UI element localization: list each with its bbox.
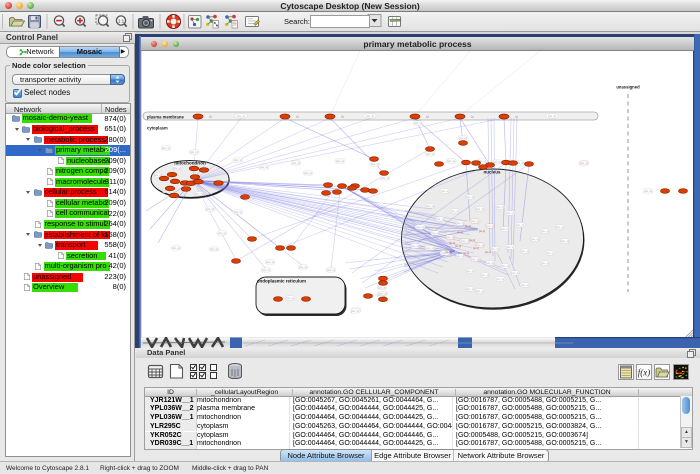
svg-text:[xx, x]: [xx, x]	[262, 268, 270, 272]
svg-text:[x]: [x]	[341, 115, 344, 119]
svg-text:[xx,x]: [xx,x]	[479, 229, 485, 233]
svg-text:[xx, x]: [xx, x]	[436, 217, 444, 221]
svg-text:[xx, x]: [xx, x]	[260, 165, 268, 169]
svg-text:[xx, x]: [xx, x]	[501, 264, 509, 268]
svg-text:[xx, x]: [xx, x]	[541, 229, 549, 233]
svg-text:[xx, x]: [xx, x]	[327, 268, 335, 272]
svg-text:[xx, x]: [xx, x]	[506, 245, 514, 249]
svg-text:[xx,x]: [xx,x]	[469, 238, 475, 242]
svg-text:[xx, x]: [xx, x]	[476, 289, 484, 293]
svg-text:[xx, x]: [xx, x]	[266, 260, 274, 264]
svg-text:[xx,x]: [xx,x]	[465, 224, 471, 228]
svg-text:[xx, x]: [xx, x]	[414, 121, 422, 125]
svg-text:[xx,x]: [xx,x]	[449, 241, 455, 245]
svg-text:[xx, x]: [xx, x]	[366, 114, 374, 118]
svg-text:[xx, x]: [xx, x]	[580, 161, 588, 165]
svg-text:[xx, x]: [xx, x]	[451, 209, 459, 213]
svg-text:[x]: [x]	[471, 115, 474, 119]
svg-text:[x]: [x]	[515, 115, 518, 119]
svg-text:[xx, x]: [xx, x]	[237, 114, 245, 118]
svg-text:[xx, x]: [xx, x]	[459, 136, 467, 140]
svg-text:[xx, x]: [xx, x]	[466, 287, 474, 291]
svg-text:[xx, x]: [xx, x]	[491, 247, 499, 251]
svg-text:[xx,x]: [xx,x]	[457, 230, 463, 234]
svg-text:nucleus: nucleus	[483, 170, 501, 175]
svg-text:[xx, x]: [xx, x]	[426, 204, 434, 208]
svg-text:[xx, x]: [xx, x]	[441, 189, 449, 193]
svg-text:f(x): f(x)	[638, 368, 651, 378]
svg-text:[xx, x]: [xx, x]	[172, 246, 180, 250]
svg-text:[xx, x]: [xx, x]	[541, 261, 549, 265]
svg-text:[x]: [x]	[296, 115, 299, 119]
svg-text:[xx, x]: [xx, x]	[481, 273, 489, 277]
svg-text:[x]: [x]	[209, 115, 212, 119]
svg-text:[xx, x]: [xx, x]	[351, 309, 359, 313]
svg-text:[xx, x]: [xx, x]	[416, 225, 424, 229]
svg-text:[xx, x]: [xx, x]	[210, 247, 218, 251]
svg-text:[xx,x]: [xx,x]	[445, 250, 451, 254]
svg-text:[xx, x]: [xx, x]	[292, 161, 300, 165]
svg-text:[xx,x]: [xx,x]	[455, 244, 461, 248]
svg-text:[xx, x]: [xx, x]	[195, 192, 203, 196]
svg-text:[xx, x]: [xx, x]	[548, 114, 556, 118]
svg-text:[xx, x]: [xx, x]	[304, 171, 312, 175]
svg-text:[xx, x]: [xx, x]	[446, 235, 454, 239]
svg-text:[xx, x]: [xx, x]	[501, 227, 509, 231]
svg-text:[xx, x]: [xx, x]	[561, 239, 569, 243]
svg-text:[xx, x]: [xx, x]	[379, 292, 387, 296]
svg-text:[xx, x]: [xx, x]	[496, 277, 504, 281]
svg-text:[xx, x]: [xx, x]	[521, 283, 529, 287]
svg-text:[xx, x]: [xx, x]	[371, 162, 379, 166]
svg-text:[xx, x]: [xx, x]	[476, 207, 484, 211]
svg-text:[xx, x]: [xx, x]	[471, 257, 479, 261]
svg-text:[xx, x]: [xx, x]	[511, 271, 519, 275]
svg-text:[xx, x]: [xx, x]	[516, 223, 524, 227]
svg-text:[xx, x]: [xx, x]	[431, 231, 439, 235]
svg-text:[xx, x]: [xx, x]	[466, 195, 474, 199]
svg-text:[xx, x]: [xx, x]	[299, 265, 307, 269]
svg-text:[xx, x]: [xx, x]	[506, 211, 514, 215]
svg-text:[xx, x]: [xx, x]	[381, 176, 389, 180]
svg-text:[xx, x]: [xx, x]	[556, 225, 564, 229]
svg-text:[xx, x]: [xx, x]	[336, 159, 344, 163]
svg-text:[x]: [x]	[426, 115, 429, 119]
svg-text:[xx, x]: [xx, x]	[447, 159, 455, 163]
svg-text:unassigned: unassigned	[616, 85, 640, 90]
svg-text:[xx, x]: [xx, x]	[162, 146, 170, 150]
svg-text:[xx, x]: [xx, x]	[486, 261, 494, 265]
svg-text:[xx, x]: [xx, x]	[234, 158, 242, 162]
svg-text:[xx,x]: [xx,x]	[463, 251, 469, 255]
svg-text:[xx,x]: [xx,x]	[485, 250, 491, 254]
svg-text:plasma membrane: plasma membrane	[147, 115, 184, 120]
svg-text:[xx, x]: [xx, x]	[206, 207, 214, 211]
svg-text:endoplasmic reticulum: endoplasmic reticulum	[257, 279, 306, 284]
svg-text:[xx, x]: [xx, x]	[466, 269, 474, 273]
svg-text:[xx,x]: [xx,x]	[473, 246, 479, 250]
svg-text:[xx, x]: [xx, x]	[471, 219, 479, 223]
svg-text:[xx, x]: [xx, x]	[234, 210, 242, 214]
svg-text:[xx, x]: [xx, x]	[378, 286, 386, 290]
svg-text:[xx, x]: [xx, x]	[426, 152, 434, 156]
svg-text:[xx, x]: [xx, x]	[426, 246, 434, 250]
svg-text:[xx, x]: [xx, x]	[411, 244, 419, 248]
svg-text:[xx, x]: [xx, x]	[486, 224, 494, 228]
svg-text:[xx, x]: [xx, x]	[456, 221, 464, 225]
svg-text:cytoplasm: cytoplasm	[147, 126, 168, 131]
svg-text:[xx, x]: [xx, x]	[286, 296, 294, 300]
svg-text:[xx, x]: [xx, x]	[493, 160, 501, 164]
svg-text:[xx, x]: [xx, x]	[644, 189, 652, 193]
svg-text:[xx, x]: [xx, x]	[190, 150, 198, 154]
svg-text:[xx, x]: [xx, x]	[496, 205, 504, 209]
svg-text:1:1: 1:1	[118, 19, 125, 24]
svg-text:[xx, x]: [xx, x]	[521, 249, 529, 253]
svg-text:[xx, x]: [xx, x]	[531, 237, 539, 241]
svg-text:[xx, x]: [xx, x]	[218, 231, 226, 235]
svg-text:[xx, x]: [xx, x]	[461, 239, 469, 243]
svg-text:[xx, x]: [xx, x]	[173, 166, 181, 170]
svg-text:[xx, x]: [xx, x]	[546, 251, 554, 255]
svg-text:mitochondrion: mitochondrion	[174, 161, 206, 166]
